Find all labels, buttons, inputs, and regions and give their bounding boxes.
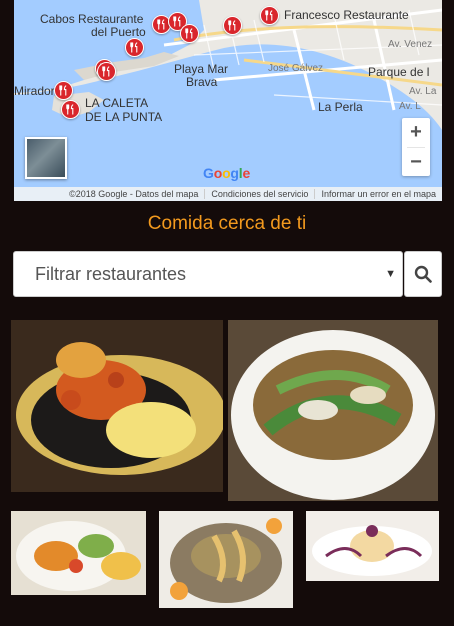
search-button[interactable] (404, 251, 442, 297)
restaurant-pin-icon[interactable] (125, 38, 144, 57)
map-label-av1: Av. La (409, 86, 437, 97)
map-copyright: ©2018 Google - Datos del mapa (69, 189, 199, 199)
food-photo-3[interactable] (11, 511, 146, 595)
restaurant-pin-icon[interactable] (260, 6, 279, 25)
map-label-caleta1: LA CALETA (85, 96, 149, 110)
map-label-caleta2: DE LA PUNTA (85, 110, 163, 124)
map-terms-link[interactable]: Condiciones del servicio (204, 189, 314, 199)
zoom-controls: + − (402, 118, 430, 176)
satellite-toggle[interactable] (25, 137, 67, 179)
restaurant-pin-icon[interactable] (180, 24, 199, 43)
food-photo-1[interactable] (11, 320, 223, 492)
map-label-la-perla: La Perla (318, 100, 363, 114)
map-label-av2: Av. L (399, 101, 421, 112)
restaurant-pin-icon[interactable] (97, 62, 116, 81)
map-label-puerto: del Puerto (91, 25, 146, 39)
restaurant-pin-icon[interactable] (54, 81, 73, 100)
filter-value: Filtrar restaurantes (35, 263, 187, 284)
map-label-mirador: Mirador (14, 84, 55, 98)
map-attribution: ©2018 Google - Datos del mapa Condicione… (14, 187, 442, 201)
search-icon (414, 265, 432, 283)
restaurant-pin-icon[interactable] (61, 100, 80, 119)
caret-down-icon: ▼ (385, 268, 396, 280)
restaurant-pin-icon[interactable] (223, 16, 242, 35)
map-report-link[interactable]: Informar un error en el mapa (314, 189, 442, 199)
map-label-venezuela: Av. Venez (388, 39, 433, 50)
map-label-parque: Parque de l (368, 65, 430, 79)
map-label-galvez: José Gálvez (268, 63, 324, 74)
restaurants-map[interactable]: Cabos Restaurante del Puerto Francesco R… (14, 0, 442, 201)
section-title: Comida cerca de ti (147, 213, 307, 234)
zoom-out-button[interactable]: − (402, 148, 430, 177)
food-photo-5[interactable] (306, 511, 439, 581)
map-label-francesco: Francesco Restaurante (284, 8, 409, 22)
zoom-in-button[interactable]: + (402, 118, 430, 147)
food-photo-2[interactable] (228, 320, 438, 501)
google-logo: Google (203, 165, 251, 181)
map-label-playa2: Brava (186, 75, 218, 89)
food-photo-4[interactable] (159, 511, 293, 608)
restaurant-filter-select[interactable]: Filtrar restaurantes ▼ (13, 251, 403, 297)
